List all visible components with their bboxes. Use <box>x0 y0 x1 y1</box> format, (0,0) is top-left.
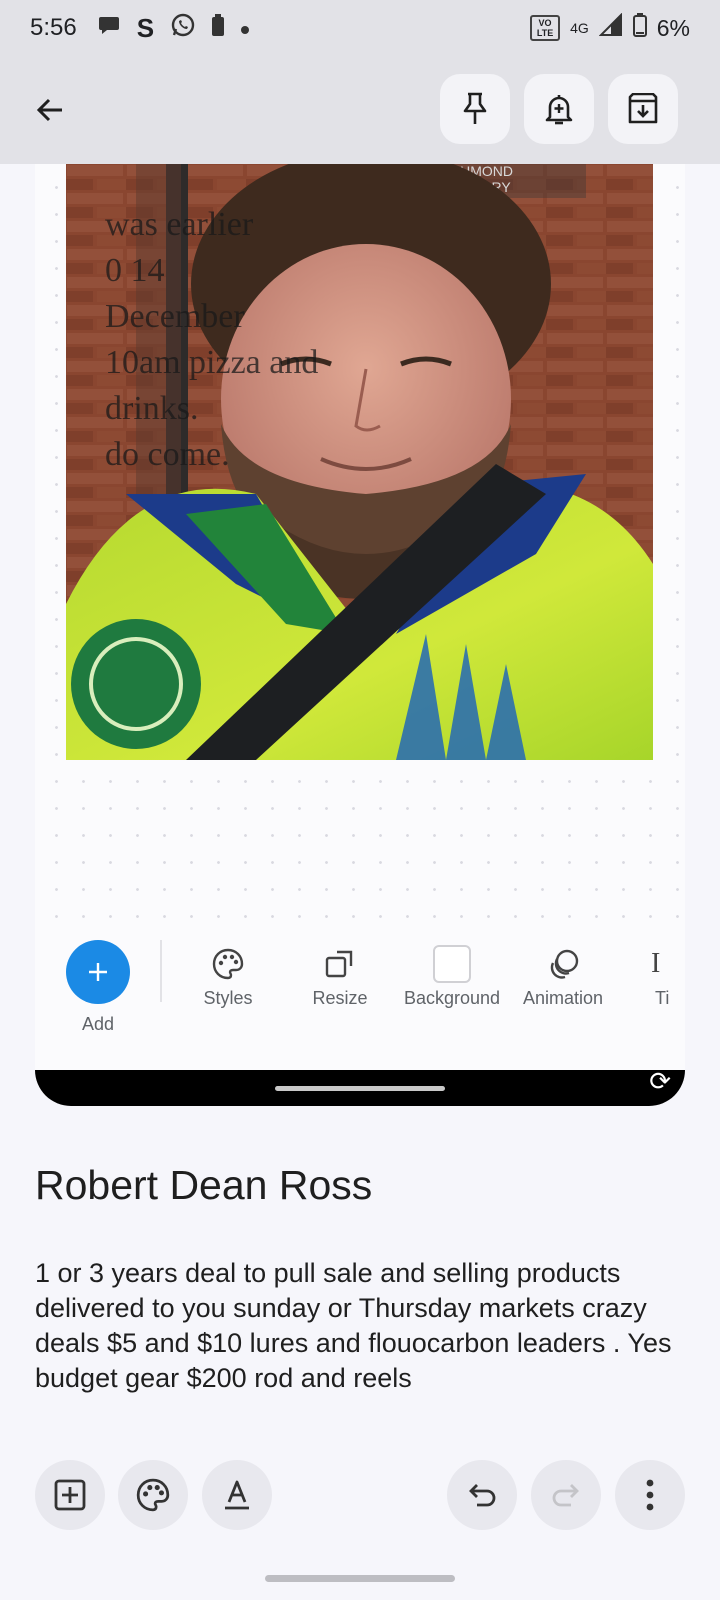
volte-icon: VO LTE <box>530 15 561 41</box>
status-time: 5:56 <box>30 14 77 41</box>
battery-icon <box>632 13 647 43</box>
canvas-toolbar: Add Styles Resize Background Animation I… <box>35 940 685 1070</box>
text-format-icon <box>225 1480 249 1510</box>
text-format-button[interactable] <box>202 1460 272 1530</box>
animation-label: Animation <box>522 988 604 1008</box>
styles-label: Styles <box>203 988 253 1008</box>
phone-handle <box>275 1086 445 1091</box>
s-app-icon: S <box>136 12 155 43</box>
plus-icon <box>89 963 107 981</box>
dot-icon <box>240 14 250 42</box>
redo-icon <box>552 1484 579 1507</box>
status-bar: 5:56 S VO LTE 4G 6% <box>0 0 720 56</box>
rotate-icon[interactable]: ⟳ <box>649 1066 671 1097</box>
network-type: 4G <box>570 20 589 36</box>
resize-icon <box>325 950 353 978</box>
reminder-button[interactable] <box>524 74 594 144</box>
pin-icon <box>463 92 487 124</box>
redo-button[interactable] <box>531 1460 601 1530</box>
arrow-left-icon <box>36 98 62 122</box>
text-icon: I <box>651 948 661 979</box>
undo-icon <box>469 1484 496 1507</box>
archive-button[interactable] <box>608 74 678 144</box>
whatsapp-icon <box>170 12 196 45</box>
system-icons: VO LTE 4G 6% <box>530 12 690 43</box>
phone-frame-bottom: ⟳ <box>35 1066 685 1106</box>
bell-plus-icon <box>545 95 573 125</box>
palette-icon <box>136 1478 170 1512</box>
palette-icon <box>212 948 244 980</box>
undo-button[interactable] <box>447 1460 517 1530</box>
more-options-button[interactable] <box>615 1460 685 1530</box>
app-bar <box>0 56 720 164</box>
note-title[interactable]: Robert Dean Ross <box>35 1162 372 1209</box>
animation-icon <box>550 949 579 979</box>
background-options-button[interactable] <box>118 1460 188 1530</box>
pin-button[interactable] <box>440 74 510 144</box>
note-body[interactable]: 1 or 3 years deal to pull sale and selli… <box>35 1256 700 1396</box>
add-box-icon <box>54 1479 86 1511</box>
white-square-icon <box>433 945 471 983</box>
add-button[interactable] <box>66 940 130 1004</box>
battery-percent: 6% <box>656 14 690 41</box>
notification-icons: S <box>97 12 250 45</box>
background-button[interactable] <box>416 944 488 984</box>
animation-button[interactable] <box>528 944 600 984</box>
resize-label: Resize <box>312 988 368 1008</box>
note-canvas[interactable]: RICHMOND LIBRARY <box>35 164 685 1070</box>
styles-button[interactable] <box>192 944 264 984</box>
overlay-text: was earlier 0 14 December 10am pizza and… <box>105 206 319 473</box>
text-button[interactable]: I <box>651 944 685 984</box>
navigation-handle[interactable] <box>265 1575 455 1582</box>
signal-icon <box>598 12 623 43</box>
more-vert-icon <box>646 1479 654 1511</box>
text-label: Ti <box>655 988 670 1008</box>
battery-small-icon <box>212 13 225 43</box>
archive-icon <box>628 93 658 124</box>
back-button[interactable] <box>24 82 76 138</box>
add-content-button[interactable] <box>35 1460 105 1530</box>
chat-bubble-icon <box>97 14 121 43</box>
background-label: Background <box>403 988 501 1008</box>
resize-button[interactable] <box>305 944 377 984</box>
add-label: Add <box>81 1014 115 1034</box>
toolbar-divider <box>160 940 162 1002</box>
